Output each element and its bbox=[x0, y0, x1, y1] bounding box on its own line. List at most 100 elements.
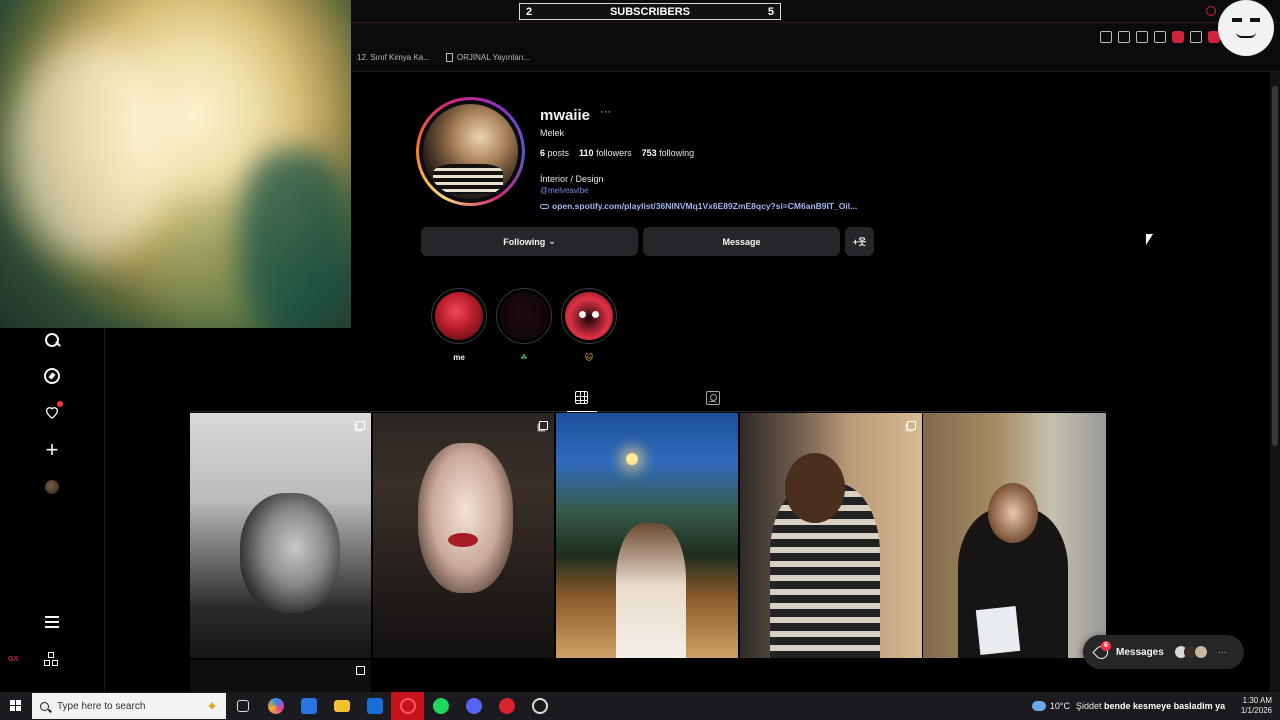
game-app-icon[interactable] bbox=[490, 692, 523, 720]
bookmark-label: 12. Sınıf Kimya Ka... bbox=[357, 53, 430, 62]
post-thumbnail[interactable] bbox=[190, 413, 371, 658]
grid-icon bbox=[575, 391, 588, 404]
message-button[interactable]: Message bbox=[643, 227, 840, 256]
outlook-icon[interactable] bbox=[358, 692, 391, 720]
more-icon: ··· bbox=[1217, 647, 1227, 657]
opera-extension-icon[interactable] bbox=[1172, 31, 1184, 43]
subscribers-left-count: 2 bbox=[526, 5, 533, 18]
notification-dot bbox=[57, 401, 63, 407]
profile-full-name: Melek bbox=[540, 128, 565, 138]
bookmarks-bar: 12. Sınıf Kimya Ka... ORJİNAL Yayınları.… bbox=[357, 53, 530, 62]
webcam-overlay bbox=[0, 0, 351, 328]
post-thumbnail[interactable] bbox=[190, 660, 371, 692]
puzzle-icon[interactable] bbox=[1190, 31, 1202, 43]
windows-taskbar: Type here to search ✦ 10°C Şiddet bende … bbox=[0, 692, 1280, 720]
copilot-icon[interactable] bbox=[259, 692, 292, 720]
following-count: 753 bbox=[641, 148, 657, 158]
more-options-icon[interactable]: ··· bbox=[600, 106, 611, 118]
profile-link[interactable]: open.spotify.com/playlist/36NINVMq1Vx6E8… bbox=[540, 201, 857, 211]
posts-stat: 6 posts bbox=[540, 148, 569, 158]
subscribers-widget: 2 SUBSCRIBERS 5 bbox=[519, 3, 781, 20]
sparkle-icon: ✦ bbox=[206, 697, 218, 714]
gx-label: GX bbox=[8, 656, 19, 663]
message-button-label: Message bbox=[722, 236, 761, 247]
post-thumbnail[interactable] bbox=[923, 413, 1106, 658]
explore-icon[interactable] bbox=[44, 368, 60, 384]
add-person-icon: +웃 bbox=[852, 237, 867, 247]
tab-posts[interactable] bbox=[567, 390, 597, 412]
browser-toolbar: 2 SUBSCRIBERS 5 12. Sınıf Kimya Ka... OR… bbox=[351, 0, 1280, 72]
shield-icon[interactable] bbox=[1136, 31, 1148, 43]
post-thumbnail[interactable] bbox=[373, 413, 554, 658]
discord-icon[interactable] bbox=[457, 692, 490, 720]
store-icon[interactable] bbox=[292, 692, 325, 720]
screenshot-icon[interactable] bbox=[1118, 31, 1130, 43]
clock[interactable]: 1:30 AM 1/1/2026 bbox=[1232, 696, 1272, 716]
profile-username: mwaiie bbox=[540, 107, 591, 124]
weather-icon bbox=[1031, 701, 1046, 711]
threads-handle[interactable]: @melveavibe bbox=[540, 186, 589, 195]
avatar bbox=[1193, 645, 1208, 659]
add-person-button[interactable]: +웃 bbox=[845, 227, 874, 256]
system-tray: 10°C Şiddet bende kesmeye basladim ya u … bbox=[1031, 692, 1280, 720]
followers-label: followers bbox=[596, 148, 632, 158]
profile-picture[interactable] bbox=[416, 97, 525, 206]
weather-temp: 10°C bbox=[1049, 701, 1070, 711]
search-icon bbox=[40, 701, 49, 711]
tabs-divider bbox=[190, 411, 1106, 412]
posts-count: 6 bbox=[540, 148, 546, 158]
clock-date: 1/1/2026 bbox=[1240, 706, 1272, 715]
posts-label: posts bbox=[547, 148, 570, 158]
scrollbar-thumb[interactable] bbox=[1272, 86, 1278, 446]
opera-gx-icon[interactable] bbox=[391, 692, 424, 720]
avatar[interactable] bbox=[45, 480, 59, 494]
chevron-down-icon: ⌄ bbox=[548, 236, 556, 246]
menu-icon[interactable] bbox=[44, 614, 60, 630]
following-label: following bbox=[659, 148, 695, 158]
followers-count: 110 bbox=[579, 148, 594, 158]
search-icon[interactable] bbox=[1206, 6, 1216, 16]
post-thumbnail[interactable] bbox=[740, 413, 922, 658]
bookmark-item[interactable]: ORJİNAL Yayınları... bbox=[445, 53, 531, 62]
taskbar-search[interactable]: Type here to search ✦ bbox=[32, 693, 226, 719]
highlight-label: me bbox=[453, 353, 465, 362]
messages-label: Messages bbox=[1116, 646, 1164, 658]
file-explorer-icon[interactable] bbox=[325, 692, 358, 720]
heart-icon[interactable] bbox=[44, 401, 63, 420]
following-button[interactable]: Following ⌄ bbox=[421, 227, 638, 256]
carousel-icon bbox=[356, 421, 365, 430]
link-icon bbox=[540, 203, 549, 209]
bookmark-icon[interactable] bbox=[1100, 31, 1112, 43]
carousel-icon bbox=[356, 666, 365, 675]
heart-outline-icon[interactable] bbox=[1154, 31, 1166, 43]
bookmark-label: ORJİNAL Yayınları... bbox=[456, 53, 531, 62]
tagged-icon[interactable] bbox=[706, 391, 720, 405]
post-thumbnail[interactable] bbox=[556, 413, 738, 658]
highlight-label: 🐱 bbox=[584, 353, 594, 362]
following-stat[interactable]: 753 following bbox=[642, 148, 695, 158]
clock-time: 1:30 AM bbox=[1242, 696, 1272, 705]
windows-start-icon[interactable] bbox=[0, 692, 32, 720]
page-scrollbar[interactable] bbox=[1270, 72, 1280, 692]
threads-icon[interactable] bbox=[44, 652, 60, 668]
messages-button[interactable]: Messages ··· bbox=[1083, 635, 1244, 669]
story-highlight[interactable]: me bbox=[431, 288, 487, 363]
mouse-cursor bbox=[1146, 234, 1153, 245]
carousel-icon bbox=[539, 421, 548, 430]
highlight-label: ☘ bbox=[520, 353, 528, 362]
message-avatars bbox=[1173, 645, 1208, 659]
subscribers-right-count: 5 bbox=[767, 5, 774, 18]
task-view-icon[interactable] bbox=[226, 692, 259, 720]
create-icon[interactable]: + bbox=[44, 439, 60, 461]
instagram-sidebar: + bbox=[0, 328, 105, 692]
story-highlight[interactable]: 🐱 bbox=[561, 288, 617, 363]
bookmark-item[interactable]: 12. Sınıf Kimya Ka... bbox=[357, 53, 430, 62]
profile-link-text: open.spotify.com/playlist/36NINVMq1Vx6E8… bbox=[552, 201, 858, 211]
story-highlight[interactable]: ☘ bbox=[496, 288, 552, 363]
ticker-prefix: Şiddet bbox=[1076, 701, 1102, 711]
weather-widget[interactable]: 10°C bbox=[1031, 701, 1070, 711]
spotify-icon[interactable] bbox=[424, 692, 457, 720]
obs-icon[interactable] bbox=[523, 692, 556, 720]
search-icon[interactable] bbox=[44, 332, 60, 348]
followers-stat[interactable]: 110 followers bbox=[579, 148, 632, 158]
